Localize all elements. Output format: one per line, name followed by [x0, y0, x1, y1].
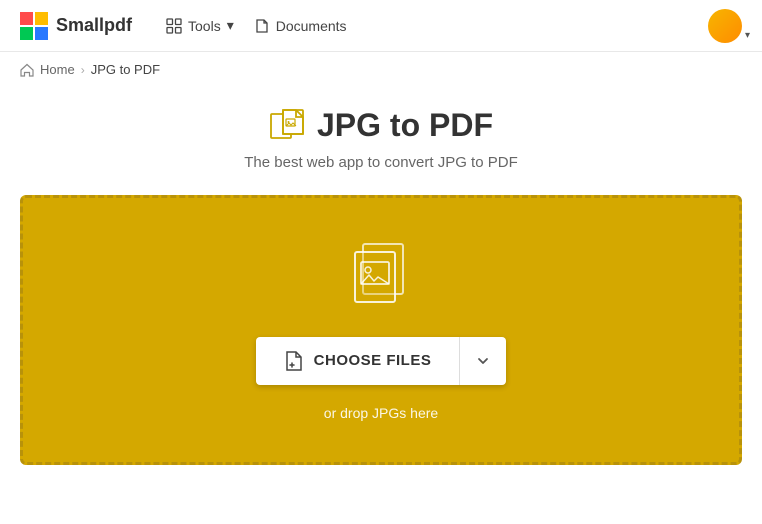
avatar[interactable]: ▾ — [708, 9, 742, 43]
breadcrumb: Home › JPG to PDF — [0, 52, 762, 87]
drop-hint: or drop JPGs here — [324, 405, 438, 421]
breadcrumb-current: JPG to PDF — [91, 62, 160, 77]
header-right: ▾ — [708, 9, 742, 43]
logo-text: Smallpdf — [56, 15, 132, 36]
page-title-row: JPG to PDF — [269, 107, 493, 144]
choose-files-button[interactable]: CHOOSE FILES — [256, 337, 460, 385]
drop-zone-icon — [341, 240, 421, 317]
document-icon — [254, 18, 270, 34]
nav-documents[interactable]: Documents — [254, 18, 347, 34]
file-add-icon — [284, 350, 304, 372]
home-icon — [20, 63, 34, 77]
nav-documents-label: Documents — [276, 18, 347, 34]
avatar-caret: ▾ — [745, 30, 750, 41]
nav-tools-arrow: ▾ — [227, 17, 234, 34]
choose-files-dropdown-button[interactable] — [460, 337, 506, 385]
main-nav: Tools ▾ Documents — [166, 17, 347, 34]
jpg-to-pdf-icon — [269, 108, 305, 144]
grid-icon — [166, 18, 182, 34]
header: Smallpdf Tools ▾ Documents ▾ — [0, 0, 762, 52]
page-title: JPG to PDF — [317, 107, 493, 144]
dropzone[interactable]: CHOOSE FILES or drop JPGs here — [20, 195, 742, 465]
logo[interactable]: Smallpdf — [20, 12, 132, 40]
choose-files-group: CHOOSE FILES — [256, 337, 507, 385]
breadcrumb-home[interactable]: Home — [40, 62, 75, 77]
chevron-down-icon — [475, 353, 491, 369]
breadcrumb-separator: › — [81, 63, 85, 77]
logo-icon — [20, 12, 48, 40]
choose-files-label: CHOOSE FILES — [314, 352, 432, 369]
nav-tools[interactable]: Tools ▾ — [166, 17, 234, 34]
nav-tools-label: Tools — [188, 18, 221, 34]
main-content: JPG to PDF The best web app to convert J… — [0, 87, 762, 495]
page-subtitle: The best web app to convert JPG to PDF — [244, 154, 517, 171]
